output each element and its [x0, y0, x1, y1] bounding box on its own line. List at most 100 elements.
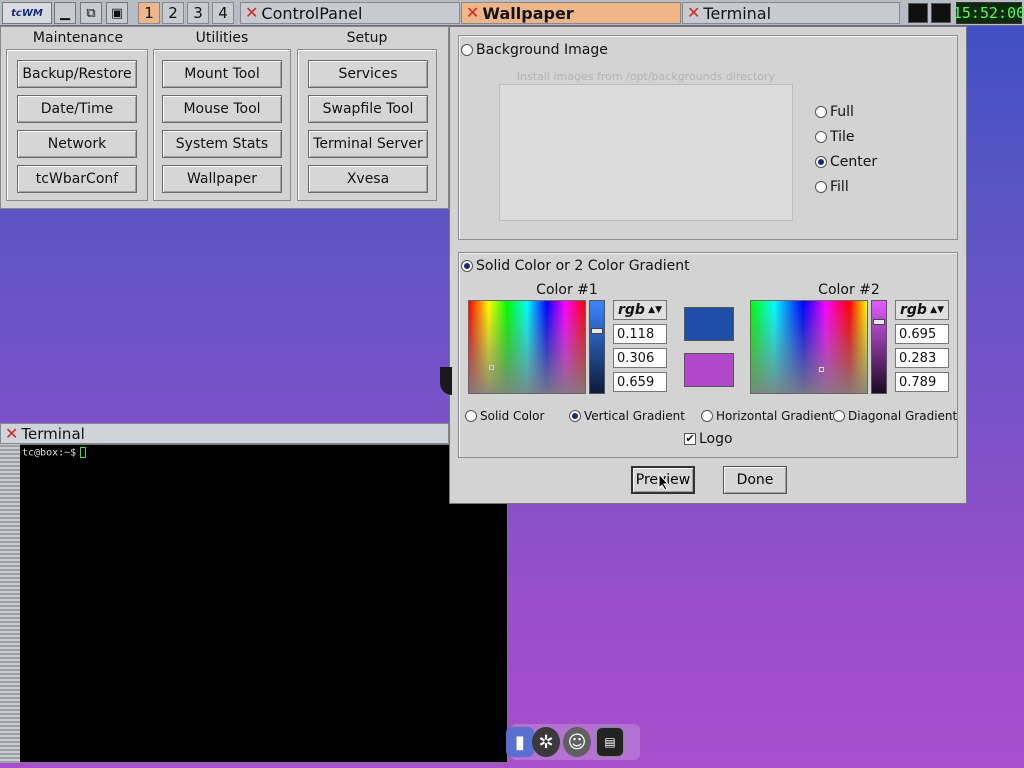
color2-marker	[819, 367, 824, 372]
radio-icon[interactable]	[815, 181, 827, 193]
install-hint: Install images from /opt/backgrounds dir…	[516, 70, 776, 83]
close-x-icon: ✕	[466, 3, 480, 22]
background-image-group: Background Image Install images from /op…	[458, 35, 958, 240]
services-button[interactable]: Services	[308, 60, 428, 88]
color1-title: Color #1	[536, 282, 598, 298]
xvesa-button[interactable]: Xvesa	[308, 165, 428, 193]
taskbar: tcWM ▁ ⧉ ▣ 1 2 3 4 ✕ ControlPanel ✕ Wall…	[0, 0, 1024, 26]
image-list[interactable]	[499, 84, 793, 221]
color1-marker	[489, 365, 494, 370]
workspace-4-button[interactable]: 4	[212, 2, 234, 24]
close-x-icon: ✕	[687, 3, 701, 22]
tray-icon[interactable]	[908, 3, 928, 23]
workspace-1-button[interactable]: 1	[138, 2, 160, 24]
terminal-titlebar[interactable]: ✕ Terminal	[0, 423, 449, 444]
gradient-solid-option[interactable]: Solid Color	[465, 409, 544, 423]
swapfile-tool-button[interactable]: Swapfile Tool	[308, 95, 428, 123]
wallpaper-button[interactable]: Wallpaper	[162, 165, 282, 193]
color1-g-field[interactable]: 0.306	[613, 348, 667, 368]
color1-swatch[interactable]	[684, 307, 734, 341]
gradient-label: Diagonal Gradient	[848, 409, 958, 423]
color2-b-field[interactable]: 0.789	[895, 372, 949, 392]
color2-mode-select[interactable]: rgb ▲▼	[895, 300, 949, 320]
terminal-window: ✕ Terminal tc@box:~$	[0, 423, 508, 763]
placement-full[interactable]: Full	[815, 104, 854, 120]
gradient-horizontal-option[interactable]: Horizontal Gradient	[701, 409, 833, 423]
logo-option[interactable]: ✔ Logo	[684, 431, 733, 447]
color2-value-slider[interactable]	[871, 300, 887, 394]
show-desktop-icon[interactable]: ▣	[106, 2, 128, 24]
radio-icon[interactable]	[701, 410, 713, 422]
backup-restore-button[interactable]: Backup/Restore	[17, 60, 137, 88]
radio-selected-icon[interactable]	[461, 260, 473, 272]
mouse-tool-button[interactable]: Mouse Tool	[162, 95, 282, 123]
radio-icon[interactable]	[815, 131, 827, 143]
dock-user-icon[interactable]: ☺	[563, 727, 591, 757]
terminal-body[interactable]	[0, 444, 508, 763]
system-stats-button[interactable]: System Stats	[162, 130, 282, 158]
text-cursor	[80, 447, 87, 458]
gradient-diagonal-option[interactable]: Diagonal Gradient	[833, 409, 957, 423]
task-label: ControlPanel	[261, 3, 363, 23]
mount-tool-button[interactable]: Mount Tool	[162, 60, 282, 88]
color1-mode-select[interactable]: rgb ▲▼	[613, 300, 667, 320]
maintenance-group: Backup/Restore Date/Time Network tcWbarC…	[6, 49, 148, 201]
color1-b-field[interactable]: 0.659	[613, 372, 667, 392]
color2-g-field[interactable]: 0.283	[895, 348, 949, 368]
dock-terminal-icon[interactable]: ▤	[596, 727, 624, 757]
radio-icon[interactable]	[833, 410, 845, 422]
network-button[interactable]: Network	[17, 130, 137, 158]
radio-icon[interactable]	[465, 410, 477, 422]
radio-selected-icon[interactable]	[815, 156, 827, 168]
terminal-server-button[interactable]: Terminal Server	[308, 130, 428, 158]
task-controlpanel[interactable]: ✕ ControlPanel	[240, 2, 460, 24]
background-image-option[interactable]: Background Image	[461, 42, 608, 58]
window-list-icon[interactable]: ⧉	[80, 2, 102, 24]
task-terminal[interactable]: ✕ Terminal	[682, 2, 900, 24]
logo-label: Logo	[699, 431, 733, 447]
terminal-prompt: tc@box:~$	[22, 447, 87, 459]
solid-color-label: Solid Color or 2 Color Gradient	[476, 258, 690, 274]
placement-label: Center	[830, 154, 878, 170]
radio-selected-icon[interactable]	[569, 410, 581, 422]
terminal-title: Terminal	[21, 424, 85, 443]
color1-slider-thumb[interactable]	[591, 328, 603, 334]
done-button[interactable]: Done	[723, 466, 787, 494]
radio-icon[interactable]	[461, 44, 473, 56]
color1-r-field[interactable]: 0.118	[613, 324, 667, 344]
color2-slider-thumb[interactable]	[873, 319, 885, 325]
color2-picker[interactable]	[750, 300, 868, 394]
placement-center[interactable]: Center	[815, 154, 877, 170]
tray-icon[interactable]	[931, 3, 951, 23]
placement-tile[interactable]: Tile	[815, 129, 855, 145]
radio-icon[interactable]	[815, 106, 827, 118]
dock-app-icon[interactable]: ▮	[506, 727, 534, 757]
terminal-scrollbar[interactable]	[0, 444, 20, 763]
clock: 15:52:00	[952, 2, 1024, 24]
checkbox-checked-icon[interactable]: ✔	[684, 433, 696, 445]
solid-color-option[interactable]: Solid Color or 2 Color Gradient	[461, 258, 690, 274]
placement-label: Fill	[830, 179, 849, 195]
dock-settings-icon[interactable]: ✲	[532, 727, 560, 757]
color1-picker[interactable]	[468, 300, 586, 394]
date-time-button[interactable]: Date/Time	[17, 95, 137, 123]
task-wallpaper[interactable]: ✕ Wallpaper	[461, 2, 681, 24]
setup-group: Services Swapfile Tool Terminal Server X…	[297, 49, 437, 201]
wallpaper-window: Background Image Install images from /op…	[449, 26, 967, 504]
gradient-vertical-option[interactable]: Vertical Gradient	[569, 409, 685, 423]
color1-value-slider[interactable]	[589, 300, 605, 394]
tcwbarconf-button[interactable]: tcWbarConf	[17, 165, 137, 193]
minimize-all-icon[interactable]: ▁	[54, 2, 76, 24]
control-panel-window: Maintenance Utilities Setup Backup/Resto…	[0, 26, 449, 209]
workspace-3-button[interactable]: 3	[187, 2, 209, 24]
color2-swatch[interactable]	[684, 353, 734, 387]
color2-r-field[interactable]: 0.695	[895, 324, 949, 344]
setup-heading: Setup	[346, 30, 388, 46]
close-x-icon[interactable]: ✕	[5, 425, 18, 442]
workspace-2-button[interactable]: 2	[162, 2, 184, 24]
prompt-text: tc@box:~$	[22, 447, 77, 459]
utilities-group: Mount Tool Mouse Tool System Stats Wallp…	[153, 49, 291, 201]
mode-label: rgb	[618, 302, 645, 318]
start-menu-logo[interactable]: tcWM	[2, 2, 52, 24]
placement-fill[interactable]: Fill	[815, 179, 849, 195]
